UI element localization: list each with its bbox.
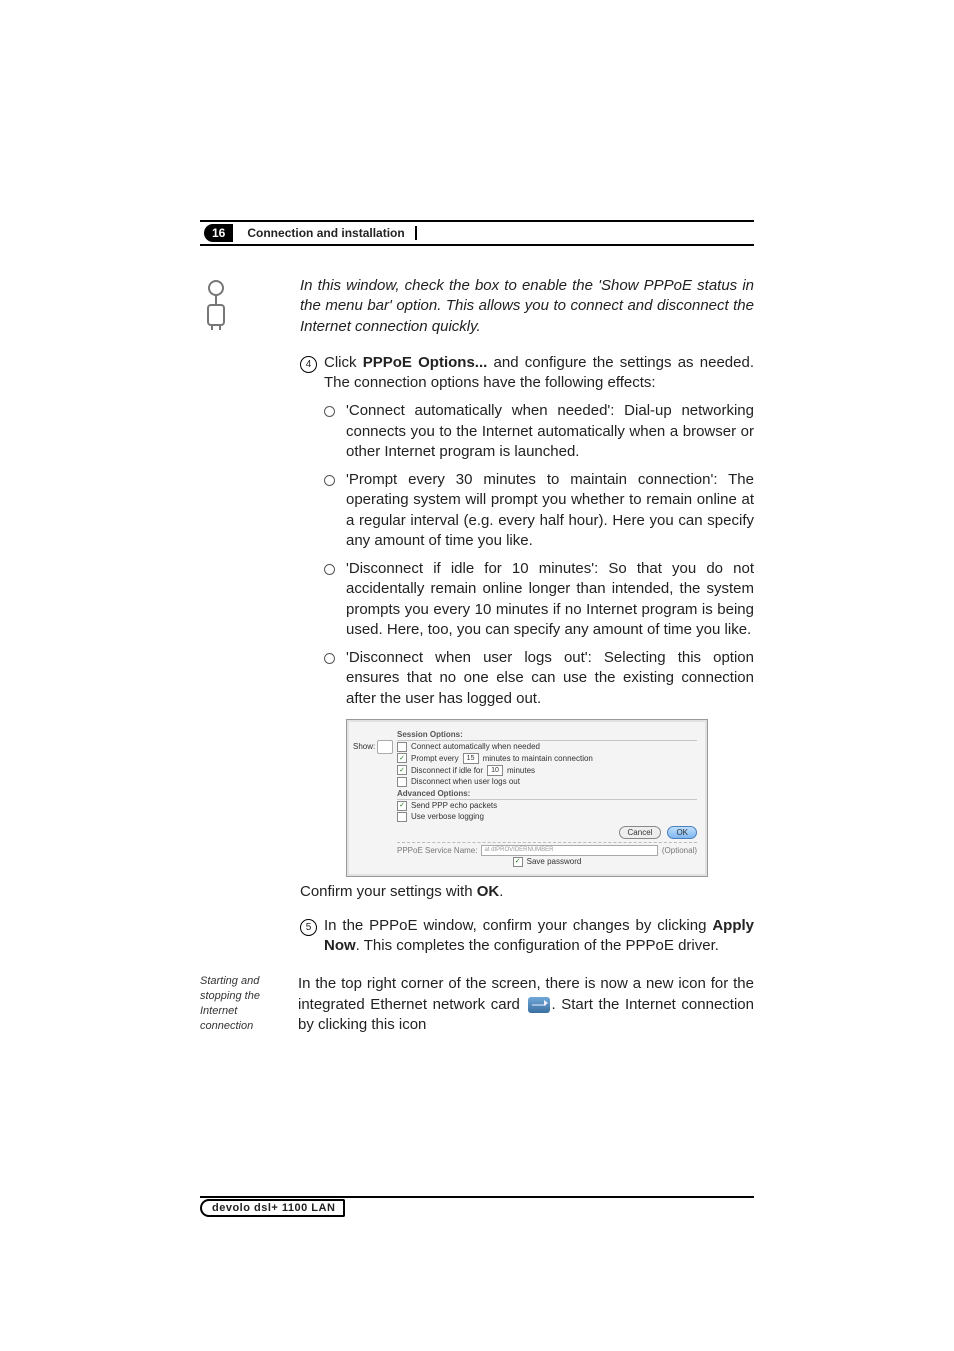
step5-post: . This completes the configuration of th…: [356, 937, 719, 954]
connect-auto-label: Connect automatically when needed: [411, 742, 540, 751]
step-4: 4 Click PPPoE Options... and configure t…: [300, 353, 754, 394]
header-divider: [415, 226, 417, 240]
logout-label: Disconnect when user logs out: [411, 777, 520, 786]
pppoe-options-screenshot: Show: Session Options: Connect automatic…: [346, 719, 708, 877]
verbose-label: Use verbose logging: [411, 812, 484, 821]
bullet-connect-auto: 'Connect automatically when needed': Dia…: [324, 401, 754, 462]
echo-label: Send PPP echo packets: [411, 801, 497, 810]
bullet-marker-icon: [324, 653, 335, 664]
note-text: In this window, check the box to enable …: [300, 276, 754, 337]
session-options-title: Session Options:: [397, 730, 697, 741]
idle-pre: Disconnect if idle for: [411, 766, 483, 775]
chapter-title: Connection and installation: [247, 226, 404, 240]
bullet-disconnect-idle: 'Disconnect if idle for 10 minutes': So …: [324, 559, 754, 640]
confirm-pre: Confirm your settings with: [300, 883, 477, 900]
prompt-pre: Prompt every: [411, 754, 459, 763]
footer-rule: [200, 1196, 754, 1198]
bullet-text-1: 'Prompt every 30 minutes to maintain con…: [346, 470, 754, 551]
show-label: Show:: [353, 742, 375, 751]
starting-paragraph: In the top right corner of the screen, t…: [298, 974, 754, 1035]
page-header: 16 Connection and installation: [200, 220, 754, 246]
echo-checkbox[interactable]: [397, 801, 407, 811]
ok-button[interactable]: OK: [667, 826, 697, 839]
bullet-marker-icon: [324, 475, 335, 486]
step-number-4: 4: [300, 356, 317, 373]
connect-auto-checkbox[interactable]: [397, 742, 407, 752]
bullet-text-2: 'Disconnect if idle for 10 minutes': So …: [346, 559, 754, 640]
bullet-marker-icon: [324, 406, 335, 417]
ethernet-card-icon: [528, 997, 550, 1013]
note-pin-icon: [200, 276, 260, 337]
bullet-prompt: 'Prompt every 30 minutes to maintain con…: [324, 470, 754, 551]
idle-checkbox[interactable]: [397, 765, 407, 775]
step4-bold: PPPoE Options...: [363, 354, 488, 371]
bullet-disconnect-logout: 'Disconnect when user logs out': Selecti…: [324, 648, 754, 709]
service-name-input[interactable]: at dtPROVIDERNUMBER: [481, 845, 657, 856]
page-number: 16: [204, 224, 233, 242]
logout-checkbox[interactable]: [397, 777, 407, 787]
service-name-hint: (Optional): [662, 846, 697, 855]
step5-pre: In the PPPoE window, confirm your change…: [324, 917, 712, 934]
service-name-label: PPPoE Service Name:: [397, 846, 477, 855]
bullet-text-0: 'Connect automatically when needed': Dia…: [346, 401, 754, 462]
cancel-button[interactable]: Cancel: [619, 826, 662, 839]
advanced-options-title: Advanced Options:: [397, 789, 697, 800]
prompt-minutes-input[interactable]: 15: [463, 753, 479, 764]
bullet-text-3: 'Disconnect when user logs out': Selecti…: [346, 648, 754, 709]
step4-pre: Click: [324, 354, 363, 371]
prompt-checkbox[interactable]: [397, 753, 407, 763]
save-password-checkbox[interactable]: [513, 857, 523, 867]
idle-minutes-input[interactable]: 10: [487, 765, 503, 776]
step-5: 5 In the PPPoE window, confirm your chan…: [300, 916, 754, 957]
show-select[interactable]: [377, 740, 393, 754]
footer-product-badge: devolo dsl+ 1100 LAN: [200, 1199, 345, 1217]
idle-post: minutes: [507, 766, 535, 775]
margin-caption: Starting and stopping the Internet conne…: [200, 974, 298, 1035]
step-number-5: 5: [300, 919, 317, 936]
confirm-bold: OK: [477, 883, 500, 900]
confirm-line: Confirm your settings with OK.: [300, 883, 754, 900]
prompt-post: minutes to maintain connection: [483, 754, 593, 763]
verbose-checkbox[interactable]: [397, 812, 407, 822]
save-password-label: Save password: [527, 857, 582, 866]
bullet-marker-icon: [324, 564, 335, 575]
confirm-post: .: [499, 883, 503, 900]
